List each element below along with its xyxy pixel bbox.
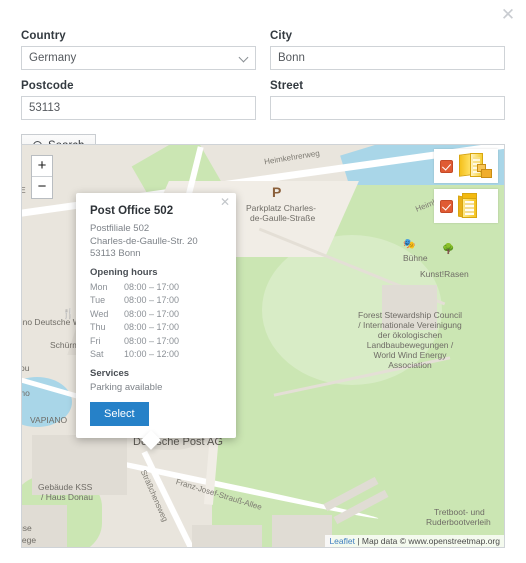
opening-hours-row: Wed 08:00 – 17:00 xyxy=(90,308,224,322)
map-label: / Haus Donau xyxy=(41,492,93,502)
city-input[interactable] xyxy=(270,46,505,70)
map-label: Ruderbootverleih xyxy=(426,517,491,527)
opening-hours-row: Fri 08:00 – 17:00 xyxy=(90,335,224,349)
country-label: Country xyxy=(21,30,66,42)
attribution-separator: | xyxy=(354,536,362,546)
building-bottom-2 xyxy=(272,515,332,547)
opening-hours-row: Thu 08:00 – 17:00 xyxy=(90,321,224,335)
opening-hours-day: Thu xyxy=(90,322,106,332)
popup-address-line: 53113 Bonn xyxy=(90,248,141,259)
map-label: Heimkehrerweg xyxy=(263,148,321,167)
close-icon[interactable]: ✕ xyxy=(499,6,517,24)
select-button[interactable]: Select xyxy=(90,402,149,426)
street-field-group: Street xyxy=(270,80,505,120)
popup-close-icon[interactable]: ✕ xyxy=(220,196,230,208)
tree-icon: 🌳 xyxy=(442,244,455,255)
postcode-label: Postcode xyxy=(21,80,74,92)
map-label: Kunst!Rasen xyxy=(420,269,469,279)
opening-hours-day: Mon xyxy=(90,281,108,292)
street-label: Street xyxy=(270,80,304,92)
opening-hours-time: 08:00 – 17:00 xyxy=(124,308,180,319)
postcode-input[interactable] xyxy=(21,96,256,120)
opening-hours-time: 08:00 – 17:00 xyxy=(124,281,180,292)
opening-hours-day: Wed xyxy=(90,308,109,319)
checkbox-packstation[interactable] xyxy=(440,199,453,213)
postcode-field-group: Postcode xyxy=(21,80,256,120)
city-label: City xyxy=(270,30,293,42)
opening-hours-row: Sat 10:00 – 12:00 xyxy=(90,348,224,362)
popup-address-line: Postfiliale 502 xyxy=(90,223,150,234)
opening-hours-row: Tue 08:00 – 17:00 xyxy=(90,294,224,308)
map-label: Tretboot- und xyxy=(434,507,485,517)
popup-address-line: Charles-de-Gaulle-Str. 20 xyxy=(90,235,198,247)
post-office-popup: ✕ Post Office 502 Postfiliale 502 Charles… xyxy=(76,193,236,438)
opening-hours-table: Mon 08:00 – 17:00 Tue 08:00 – 17:00 Wed 08:00… xyxy=(90,281,224,362)
opening-hours-time: 08:00 – 17:00 xyxy=(124,335,180,346)
map-attribution: Leaflet | Map data © www.openstreetmap.o… xyxy=(325,535,504,547)
opening-hours-time: 10:00 – 12:00 xyxy=(124,349,180,359)
opening-hours-time: 08:00 – 17:00 xyxy=(124,322,180,332)
map-container[interactable]: Heimkehrerweg Heimke P Parkplatz Charles-de… xyxy=(21,144,505,548)
city-field-group: City xyxy=(270,30,505,70)
street-input[interactable] xyxy=(270,96,505,120)
zoom-control: + − xyxy=(31,155,53,199)
services-heading: Services xyxy=(90,367,130,379)
map-label: lege xyxy=(21,535,37,545)
service-item: Parking available xyxy=(90,381,163,393)
zoom-in-button[interactable]: + xyxy=(32,156,52,177)
map-label: use xyxy=(22,523,32,533)
layer-toggle-post-office[interactable] xyxy=(434,149,498,183)
attribution-text: Map data © www.openstreetmap.org xyxy=(361,536,500,546)
checkbox-post-office[interactable] xyxy=(440,159,453,173)
layer-control xyxy=(434,149,498,229)
popup-address: Postfiliale 502 Charles-de-Gaulle-Str. 20… xyxy=(90,223,224,261)
services-list: Parking available xyxy=(90,382,224,395)
form-row-1: Country Germany City xyxy=(21,30,505,70)
map-label: P xyxy=(272,184,282,200)
country-field-group: Country Germany xyxy=(21,30,256,70)
theatre-icon: 🎭 xyxy=(403,239,416,250)
popup-title: Post Office 502 xyxy=(90,205,174,217)
search-form: Country Germany City Postcode Street xyxy=(21,30,505,158)
map-label: VAPIANO xyxy=(30,415,68,425)
layer-toggle-packstation[interactable] xyxy=(434,189,498,223)
map-label: Forest Stewardship Council / Internation… xyxy=(358,310,462,370)
building-bottom-1 xyxy=(192,525,262,547)
map-label: Gebäude KSS xyxy=(38,482,93,492)
map-label: Parkplatz Charles- xyxy=(246,203,316,213)
opening-hours-day: Sat xyxy=(90,349,104,359)
country-select[interactable]: Germany xyxy=(21,46,256,70)
post-office-locator-dialog: ✕ Country Germany City Postcode xyxy=(0,0,526,563)
map-label: ou xyxy=(22,363,30,373)
map-label: E xyxy=(22,185,26,195)
opening-hours-heading: Opening hours xyxy=(90,266,158,278)
leaflet-link[interactable]: Leaflet xyxy=(329,536,355,546)
map-label: Bühne xyxy=(403,253,428,263)
zoom-out-button[interactable]: − xyxy=(32,177,52,198)
post-office-icon xyxy=(458,153,492,179)
opening-hours-time: 08:00 – 17:00 xyxy=(124,295,180,305)
opening-hours-day: Fri xyxy=(90,335,101,346)
opening-hours-row: Mon 08:00 – 17:00 xyxy=(90,281,224,295)
map-label: mo xyxy=(22,388,30,398)
form-row-2: Postcode Street xyxy=(21,80,505,120)
packstation-icon xyxy=(458,193,480,219)
map-label: de-Gaulle-Straße xyxy=(250,213,316,223)
restaurant-icon: 🍴 xyxy=(62,309,75,320)
country-select-wrap: Germany xyxy=(21,46,256,70)
opening-hours-day: Tue xyxy=(90,295,106,305)
